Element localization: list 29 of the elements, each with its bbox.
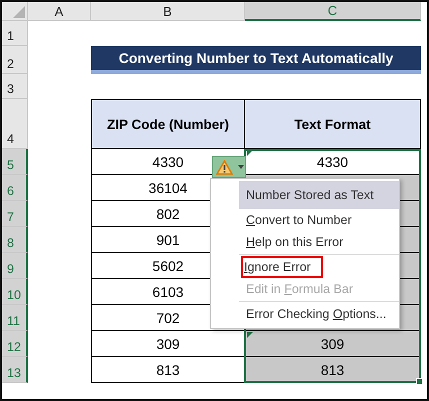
table-cell: 309 <box>245 331 421 357</box>
row-header[interactable]: 4 <box>2 99 28 149</box>
row-header[interactable]: 8 <box>2 227 28 253</box>
row-header[interactable]: 1 <box>2 21 28 46</box>
table-cell: 4330 <box>245 149 421 175</box>
caret-icon <box>238 165 244 169</box>
row-header[interactable]: 11 <box>2 305 28 331</box>
row-header[interactable]: 7 <box>2 201 28 227</box>
sheet-title: Converting Number to Text Automatically <box>91 46 421 74</box>
column-heading: ZIP Code (Number) <box>91 99 245 149</box>
column-header[interactable]: A <box>28 2 91 21</box>
table-cell: 813 <box>91 357 245 383</box>
warning-icon <box>216 160 233 174</box>
row-header[interactable]: 3 <box>2 74 28 99</box>
row-header[interactable]: 12 <box>2 331 28 357</box>
row-header[interactable]: 6 <box>2 175 28 201</box>
row-header[interactable]: 13 <box>2 357 28 383</box>
column-header[interactable]: C <box>245 2 421 21</box>
error-options-button[interactable] <box>212 156 246 178</box>
row-header[interactable]: 9 <box>2 253 28 279</box>
row-header[interactable]: 5 <box>2 149 28 175</box>
fill-handle[interactable] <box>416 378 423 385</box>
row-header[interactable]: 2 <box>2 46 28 74</box>
column-heading: Text Format <box>245 99 421 149</box>
row-header[interactable]: 10 <box>2 279 28 305</box>
menu-header: Number Stored as Text <box>239 181 399 209</box>
column-header[interactable]: B <box>91 2 245 21</box>
table-cell: 309 <box>91 331 245 357</box>
table-cell: 813 <box>245 357 421 383</box>
